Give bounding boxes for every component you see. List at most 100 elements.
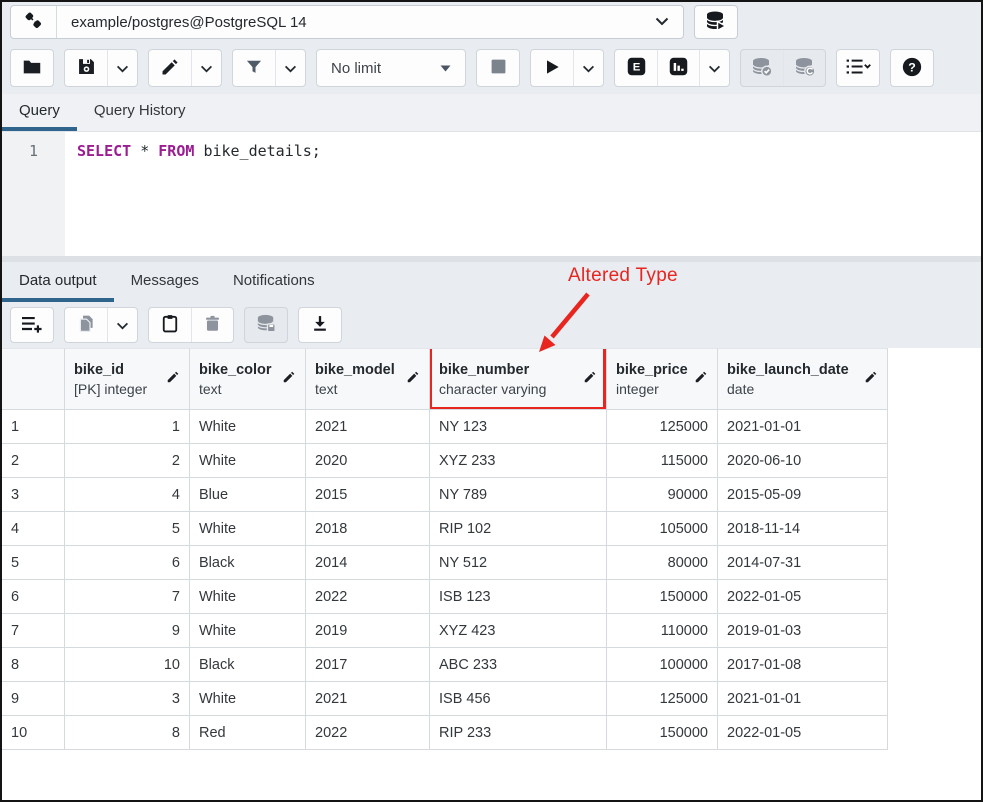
tab-query-history[interactable]: Query History xyxy=(77,94,203,131)
row-limit-dropdown[interactable]: No limit xyxy=(316,49,466,87)
help-button[interactable]: ? xyxy=(891,50,933,86)
macros-button[interactable] xyxy=(837,50,879,86)
cell-bike_launch_date[interactable]: 2020-06-10 xyxy=(718,444,888,478)
cell-bike_price[interactable]: 90000 xyxy=(607,478,718,512)
cell-bike_color[interactable]: Blue xyxy=(190,478,306,512)
copy-button[interactable] xyxy=(65,308,107,342)
cell-bike_color[interactable]: Black xyxy=(190,546,306,580)
cell-bike_number[interactable]: ISB 456 xyxy=(430,682,607,716)
cell-bike_number[interactable]: NY 512 xyxy=(430,546,607,580)
cell-bike_price[interactable]: 115000 xyxy=(607,444,718,478)
cell-bike_color[interactable]: Black xyxy=(190,648,306,682)
cell-bike_launch_date[interactable]: 2021-01-01 xyxy=(718,410,888,444)
column-header-bike_launch_date[interactable]: bike_launch_datedate xyxy=(718,348,888,410)
cell-bike_color[interactable]: Red xyxy=(190,716,306,750)
save-options-chevron[interactable] xyxy=(107,50,137,86)
cell-bike_id[interactable]: 6 xyxy=(65,546,190,580)
cell-bike_price[interactable]: 105000 xyxy=(607,512,718,546)
row-number-cell[interactable]: 8 xyxy=(2,648,65,682)
cell-bike_price[interactable]: 110000 xyxy=(607,614,718,648)
cell-bike_number[interactable]: XYZ 423 xyxy=(430,614,607,648)
tab-notifications[interactable]: Notifications xyxy=(216,262,332,302)
row-number-cell[interactable]: 5 xyxy=(2,546,65,580)
cell-bike_number[interactable]: RIP 102 xyxy=(430,512,607,546)
cell-bike_number[interactable]: NY 789 xyxy=(430,478,607,512)
column-header-bike_number[interactable]: bike_numbercharacter varying xyxy=(430,348,607,410)
cell-bike_id[interactable]: 3 xyxy=(65,682,190,716)
cell-bike_id[interactable]: 8 xyxy=(65,716,190,750)
cell-bike_model[interactable]: 2018 xyxy=(306,512,430,546)
cell-bike_launch_date[interactable]: 2022-01-05 xyxy=(718,580,888,614)
commit-button[interactable] xyxy=(741,50,783,86)
cell-bike_id[interactable]: 1 xyxy=(65,410,190,444)
tab-query[interactable]: Query xyxy=(2,94,77,131)
cell-bike_id[interactable]: 5 xyxy=(65,512,190,546)
cell-bike_id[interactable]: 7 xyxy=(65,580,190,614)
row-number-cell[interactable]: 6 xyxy=(2,580,65,614)
cell-bike_number[interactable]: ISB 123 xyxy=(430,580,607,614)
copy-options-chevron[interactable] xyxy=(107,308,137,342)
cell-bike_price[interactable]: 100000 xyxy=(607,648,718,682)
cell-bike_model[interactable]: 2022 xyxy=(306,716,430,750)
cell-bike_id[interactable]: 10 xyxy=(65,648,190,682)
cell-bike_launch_date[interactable]: 2014-07-31 xyxy=(718,546,888,580)
cell-bike_number[interactable]: RIP 233 xyxy=(430,716,607,750)
edit-button[interactable] xyxy=(149,50,191,86)
open-file-button[interactable] xyxy=(11,50,53,86)
execute-button[interactable] xyxy=(531,50,573,86)
rollback-button[interactable] xyxy=(783,50,825,86)
edit-options-chevron[interactable] xyxy=(191,50,221,86)
connection-dropdown[interactable]: example/postgres@PostgreSQL 14 xyxy=(57,6,683,38)
new-connection-button[interactable] xyxy=(694,5,738,39)
cell-bike_id[interactable]: 4 xyxy=(65,478,190,512)
cell-bike_model[interactable]: 2014 xyxy=(306,546,430,580)
cell-bike_price[interactable]: 150000 xyxy=(607,716,718,750)
cell-bike_model[interactable]: 2021 xyxy=(306,410,430,444)
cell-bike_launch_date[interactable]: 2022-01-05 xyxy=(718,716,888,750)
column-header-bike_price[interactable]: bike_priceinteger xyxy=(607,348,718,410)
column-header-bike_model[interactable]: bike_modeltext xyxy=(306,348,430,410)
row-number-cell[interactable]: 1 xyxy=(2,410,65,444)
filter-button[interactable] xyxy=(233,50,275,86)
save-button[interactable] xyxy=(65,50,107,86)
cell-bike_launch_date[interactable]: 2015-05-09 xyxy=(718,478,888,512)
cell-bike_price[interactable]: 80000 xyxy=(607,546,718,580)
tab-data-output[interactable]: Data output xyxy=(2,262,114,302)
delete-row-button[interactable] xyxy=(191,308,233,342)
explain-analyze-button[interactable] xyxy=(657,50,699,86)
cell-bike_price[interactable]: 150000 xyxy=(607,580,718,614)
explain-options-chevron[interactable] xyxy=(699,50,729,86)
filter-options-chevron[interactable] xyxy=(275,50,305,86)
cell-bike_model[interactable]: 2020 xyxy=(306,444,430,478)
cell-bike_model[interactable]: 2015 xyxy=(306,478,430,512)
tab-messages[interactable]: Messages xyxy=(114,262,216,302)
sql-code-area[interactable]: SELECT * FROM bike_details; xyxy=(65,132,981,256)
cell-bike_number[interactable]: NY 123 xyxy=(430,410,607,444)
add-row-button[interactable] xyxy=(11,308,53,342)
connection-status-button[interactable] xyxy=(11,6,57,38)
download-button[interactable] xyxy=(299,308,341,342)
explain-button[interactable]: E xyxy=(615,50,657,86)
cell-bike_color[interactable]: White xyxy=(190,682,306,716)
paste-button[interactable] xyxy=(149,308,191,342)
execute-options-chevron[interactable] xyxy=(573,50,603,86)
cell-bike_model[interactable]: 2022 xyxy=(306,580,430,614)
cell-bike_color[interactable]: White xyxy=(190,580,306,614)
cell-bike_color[interactable]: White xyxy=(190,614,306,648)
cell-bike_id[interactable]: 9 xyxy=(65,614,190,648)
cell-bike_launch_date[interactable]: 2018-11-14 xyxy=(718,512,888,546)
cell-bike_price[interactable]: 125000 xyxy=(607,682,718,716)
row-number-cell[interactable]: 9 xyxy=(2,682,65,716)
row-number-cell[interactable]: 10 xyxy=(2,716,65,750)
cell-bike_launch_date[interactable]: 2019-01-03 xyxy=(718,614,888,648)
cell-bike_launch_date[interactable]: 2021-01-01 xyxy=(718,682,888,716)
row-number-cell[interactable]: 2 xyxy=(2,444,65,478)
cell-bike_color[interactable]: White xyxy=(190,512,306,546)
stop-button[interactable] xyxy=(477,50,519,86)
cell-bike_color[interactable]: White xyxy=(190,444,306,478)
select-all-cell[interactable] xyxy=(2,348,65,410)
cell-bike_model[interactable]: 2021 xyxy=(306,682,430,716)
cell-bike_id[interactable]: 2 xyxy=(65,444,190,478)
cell-bike_model[interactable]: 2019 xyxy=(306,614,430,648)
row-number-cell[interactable]: 4 xyxy=(2,512,65,546)
